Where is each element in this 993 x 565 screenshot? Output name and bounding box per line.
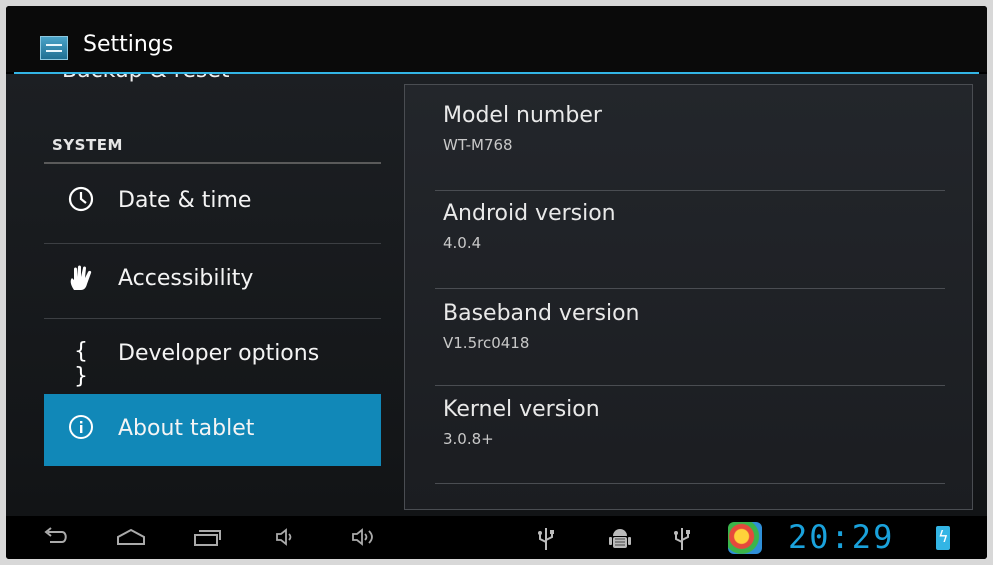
system-bar: 20:29 xyxy=(6,516,987,559)
game-app-icon xyxy=(728,522,762,554)
list-divider xyxy=(435,190,945,191)
hand-icon xyxy=(66,264,96,294)
usb-icon xyxy=(672,526,692,557)
backup-icon: ↺ xyxy=(28,74,46,81)
nav-item-date-time[interactable]: Date & time xyxy=(44,166,381,238)
info-label: Kernel version xyxy=(443,397,600,422)
settings-nav-list[interactable]: ↺ Backup & reset SYSTEM Date & time Acce… xyxy=(6,74,402,516)
settings-content: ↺ Backup & reset SYSTEM Date & time Acce… xyxy=(6,74,987,516)
nav-item-about-tablet[interactable]: About tablet xyxy=(44,394,381,466)
list-divider xyxy=(435,385,945,386)
info-label: Baseband version xyxy=(443,301,640,326)
info-row-baseband-version[interactable]: Baseband version V1.5rc0418 xyxy=(443,301,953,352)
tablet-screen: Settings ↺ Backup & reset SYSTEM Date & … xyxy=(6,6,987,559)
volume-down-icon[interactable] xyxy=(274,526,300,553)
android-debug-icon xyxy=(608,526,632,557)
section-header-system: SYSTEM xyxy=(52,136,123,154)
settings-icon[interactable] xyxy=(40,36,68,60)
info-label: Model number xyxy=(443,103,602,128)
info-value: WT-M768 xyxy=(443,136,513,154)
info-label: Android version xyxy=(443,201,616,226)
status-clock[interactable]: 20:29 xyxy=(788,518,894,556)
nav-item-label: Developer options xyxy=(118,341,320,366)
usb-icon xyxy=(536,526,556,557)
battery-charging-icon xyxy=(936,526,950,550)
nav-item-label: Date & time xyxy=(118,188,252,213)
nav-item-label: Accessibility xyxy=(118,266,254,291)
nav-item-accessibility[interactable]: Accessibility xyxy=(44,244,381,316)
recent-apps-icon[interactable] xyxy=(192,526,222,553)
info-row-android-version[interactable]: Android version 4.0.4 xyxy=(443,201,953,252)
braces-icon: { } xyxy=(74,339,88,389)
about-tablet-panel: Model number WT-M768 Android version 4.0… xyxy=(404,84,973,510)
nav-item-backup-reset[interactable]: Backup & reset xyxy=(62,74,230,83)
info-row-model-number[interactable]: Model number WT-M768 xyxy=(443,103,953,154)
info-value: 3.0.8+ xyxy=(443,430,494,448)
info-icon xyxy=(66,414,96,444)
home-icon[interactable] xyxy=(116,526,146,553)
info-value: 4.0.4 xyxy=(443,234,482,252)
nav-item-developer-options[interactable]: { } Developer options xyxy=(44,319,381,391)
section-divider xyxy=(44,162,381,164)
volume-up-icon[interactable] xyxy=(350,526,380,553)
nav-item-label: About tablet xyxy=(118,416,255,441)
info-value: V1.5rc0418 xyxy=(443,334,530,352)
info-row-kernel-version[interactable]: Kernel version 3.0.8+ xyxy=(443,397,953,448)
action-bar: Settings xyxy=(6,6,987,72)
list-divider xyxy=(435,483,945,484)
page-title: Settings xyxy=(83,32,174,57)
list-divider xyxy=(435,288,945,289)
back-icon[interactable] xyxy=(42,526,70,553)
clock-icon xyxy=(66,186,96,216)
